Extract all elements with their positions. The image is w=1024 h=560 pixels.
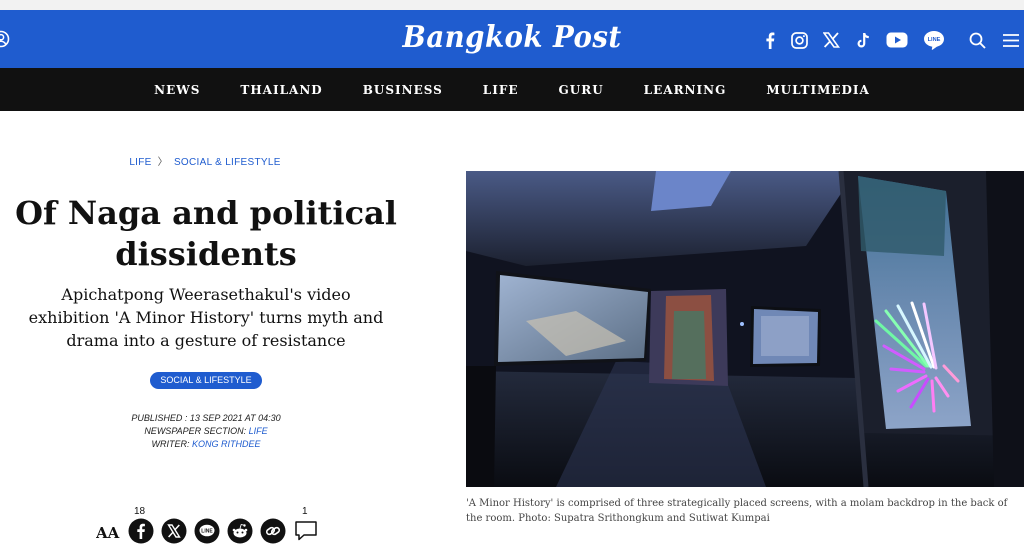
article-photo[interactable]: [466, 171, 1024, 487]
x-icon: [161, 518, 187, 544]
svg-text:LINE: LINE: [928, 37, 941, 43]
nav-news[interactable]: NEWS: [154, 83, 200, 97]
font-size-button[interactable]: AA: [95, 520, 122, 546]
reddit-share-button[interactable]: [227, 518, 253, 544]
nav-learning[interactable]: LEARNING: [644, 83, 727, 97]
breadcrumb: LIFE 〉 SOCIAL & LIFESTYLE: [0, 153, 410, 168]
main-nav: NEWS THAILAND BUSINESS LIFE GURU LEARNIN…: [0, 68, 1024, 111]
svg-text:LINE: LINE: [201, 529, 213, 535]
x-icon[interactable]: [820, 29, 842, 51]
facebook-icon[interactable]: [760, 29, 780, 51]
article-title: Of Naga and political dissidents: [15, 194, 397, 273]
line-share-button[interactable]: LINE: [194, 518, 220, 544]
article-subtitle: Apichatpong Weerasethakul's video exhibi…: [28, 285, 384, 350]
line-icon: LINE: [194, 518, 220, 544]
writer-label: WRITER:: [151, 439, 192, 449]
tiktok-icon[interactable]: [852, 29, 874, 51]
x-share-button[interactable]: [161, 518, 187, 544]
section-label: NEWSPAPER SECTION:: [144, 426, 249, 436]
nav-guru[interactable]: GURU: [559, 83, 604, 97]
nav-life[interactable]: LIFE: [483, 83, 519, 97]
comment-icon: [295, 521, 317, 541]
nav-thailand[interactable]: THAILAND: [240, 83, 322, 97]
published-date: 13 SEP 2021 AT 04:30: [189, 413, 281, 423]
line-icon[interactable]: LINE: [922, 29, 946, 51]
writer-link[interactable]: KONG RITHDEE: [192, 439, 261, 449]
published-label: PUBLISHED :: [131, 413, 190, 423]
youtube-icon[interactable]: [884, 29, 910, 51]
site-header: Bangkok Post LINE: [0, 10, 1024, 68]
facebook-share-button[interactable]: [128, 518, 154, 544]
photo-caption: 'A Minor History' is comprised of three …: [466, 498, 1008, 524]
category-tag[interactable]: SOCIAL & LIFESTYLE: [150, 372, 262, 389]
nav-business[interactable]: BUSINESS: [363, 83, 443, 97]
link-icon: [260, 518, 286, 544]
comment-count: 1: [302, 506, 308, 517]
section-link[interactable]: LIFE: [249, 426, 268, 436]
top-strip: [0, 0, 1024, 10]
breadcrumb-separator: 〉: [157, 157, 168, 168]
copy-link-button[interactable]: [260, 518, 286, 544]
facebook-share-count: 18: [134, 506, 146, 517]
breadcrumb-social-lifestyle[interactable]: SOCIAL & LIFESTYLE: [174, 157, 281, 168]
gallery-photo-illustration: [466, 171, 1024, 487]
instagram-icon[interactable]: [788, 29, 810, 51]
font-size-icon: AA: [95, 524, 120, 542]
search-icon[interactable]: [966, 29, 988, 51]
comments-button[interactable]: [293, 518, 319, 544]
article-meta: PUBLISHED : 13 SEP 2021 AT 04:30 NEWSPAP…: [0, 412, 412, 451]
svg-text:AA: AA: [96, 524, 120, 542]
breadcrumb-life[interactable]: LIFE: [129, 157, 151, 168]
menu-icon[interactable]: [1000, 29, 1022, 51]
nav-multimedia[interactable]: MULTIMEDIA: [766, 83, 870, 97]
facebook-icon: [128, 518, 154, 544]
reddit-icon: [227, 518, 253, 544]
